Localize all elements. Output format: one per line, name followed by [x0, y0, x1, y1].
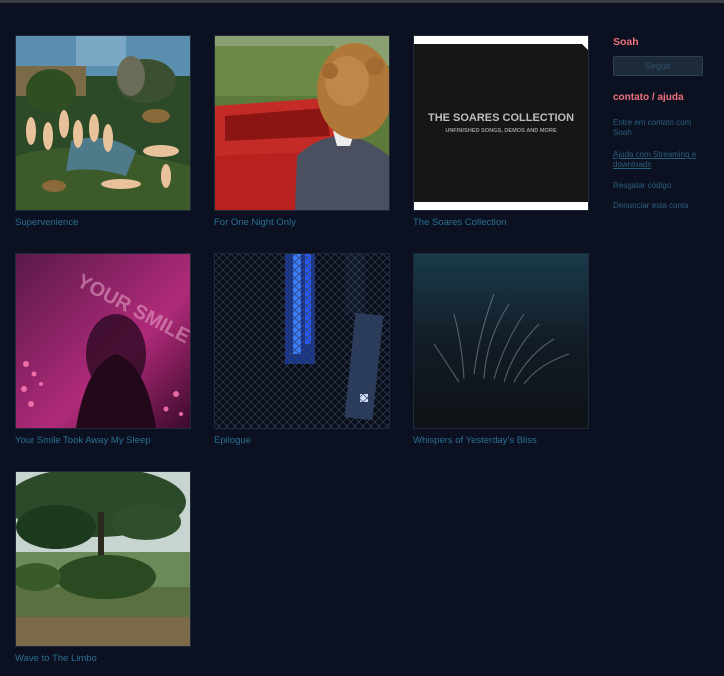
album-cover-your-smile-took-away-my-sleep[interactable]: YOUR SMILE TOOK AWAY MY SLEEP [15, 253, 191, 429]
album-item: Epilogue [214, 253, 390, 446]
text-cover-artwork: THE SOARES COLLECTION UNFINISHED SONGS, … [414, 36, 588, 210]
album-cover-epilogue[interactable] [214, 253, 390, 429]
album-cover-for-one-night-only[interactable] [214, 35, 390, 211]
contact-help-heading: contato / ajuda [613, 92, 684, 103]
pink-silhouette-artwork: YOUR SMILE TOOK AWAY MY SLEEP [16, 254, 190, 428]
album-title[interactable]: Wave to The Limbo [15, 653, 191, 664]
album-cover-supervenience[interactable] [15, 35, 191, 211]
album-cover-wave-to-the-limbo[interactable] [15, 471, 191, 647]
artist-name: Soah [613, 36, 639, 48]
report-account-link[interactable]: Denunciar esta conta [613, 201, 705, 211]
redeem-code-link[interactable]: Resgatar código [613, 181, 705, 191]
album-title[interactable]: The Soares Collection [413, 217, 589, 228]
album-title[interactable]: Your Smile Took Away My Sleep [15, 435, 191, 446]
album-cover-whispers-of-yesterdays-bliss[interactable] [413, 253, 589, 429]
album-item: THE SOARES COLLECTION UNFINISHED SONGS, … [413, 35, 589, 228]
album-item: Whispers of Yesterday's Bliss [413, 253, 589, 446]
album-title[interactable]: Epilogue [214, 435, 390, 446]
album-title[interactable]: For One Night Only [214, 217, 390, 228]
album-item: Wave to The Limbo [15, 471, 191, 664]
album-item: YOUR SMILE TOOK AWAY MY SLEEP Your Smile… [15, 253, 191, 446]
album-title[interactable]: Supervenience [15, 217, 191, 228]
top-border [0, 0, 724, 3]
contact-artist-link[interactable]: Entre em contato com Soah [613, 118, 705, 138]
blue-fence-artwork [215, 254, 389, 428]
album-item: Supervenience [15, 35, 191, 228]
album-cover-the-soares-collection[interactable]: THE SOARES COLLECTION UNFINISHED SONGS, … [413, 35, 589, 211]
album-item: For One Night Only [214, 35, 390, 228]
streaming-help-link[interactable]: Ajuda com Streaming e downloads [613, 150, 705, 170]
painting-artwork [16, 36, 190, 210]
tree-field-artwork [16, 472, 190, 646]
cover-subtitle-text: UNFINISHED SONGS, DEMOS AND MORE [445, 128, 557, 134]
follow-button[interactable]: Seguir [613, 56, 703, 76]
album-title[interactable]: Whispers of Yesterday's Bliss [413, 435, 589, 446]
curly-hair-artwork [215, 36, 389, 210]
dark-grass-artwork [414, 254, 588, 428]
artist-sidebar: Soah Seguir contato / ajuda Entre em con… [613, 36, 705, 211]
cover-title-text: THE SOARES COLLECTION [428, 112, 574, 124]
